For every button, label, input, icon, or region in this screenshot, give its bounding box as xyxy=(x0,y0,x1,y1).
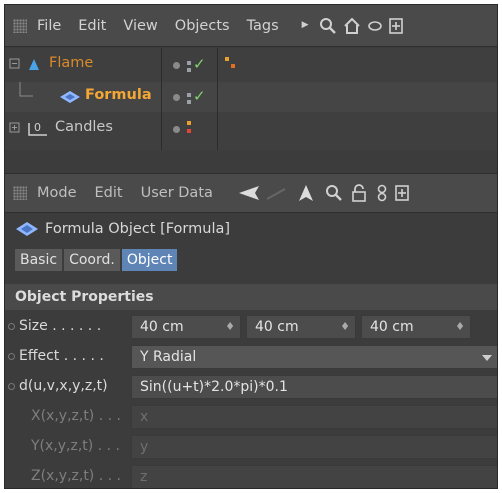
menu-mode[interactable]: Mode xyxy=(37,185,77,201)
menu-edit[interactable]: Edit xyxy=(95,185,123,201)
tree-row-formula[interactable]: Formula xyxy=(5,82,497,112)
object-manager-toolbar: ▶ xyxy=(302,17,403,35)
new-window-icon[interactable] xyxy=(388,17,403,34)
size-row: Size . . . . . . 40 cm ♦ 40 cm ♦ 40 cm ♦ xyxy=(5,313,497,341)
home-icon[interactable] xyxy=(343,17,361,35)
enabled-check-icon[interactable]: ✓ xyxy=(193,89,206,104)
search-icon[interactable] xyxy=(319,17,337,35)
size-y-field[interactable]: 40 cm ♦ xyxy=(246,315,356,339)
object-name-flame[interactable]: Flame xyxy=(49,55,93,71)
z-label: Z(x,y,z,t) . . . xyxy=(31,468,121,484)
null-object-icon xyxy=(29,59,39,70)
tab-coord[interactable]: Coord. xyxy=(64,249,120,271)
section-header[interactable]: Object Properties xyxy=(5,284,497,310)
object-manager-menubar: File Edit View Objects Tags ▶ xyxy=(5,5,497,47)
z-row: Z(x,y,z,t) . . . z xyxy=(5,463,497,488)
back-arrow-icon[interactable] xyxy=(237,185,261,201)
animate-toggle-icon[interactable] xyxy=(8,383,15,390)
menu-user-data[interactable]: User Data xyxy=(141,185,213,201)
render-dot-bottom[interactable] xyxy=(187,68,191,72)
stepper-icon[interactable]: ♦ xyxy=(340,316,350,338)
cinema4d-panel: File Edit View Objects Tags ▶ Flame Form… xyxy=(4,4,498,489)
tree-branch-line xyxy=(19,82,33,97)
attribute-manager-menubar: Mode Edit User Data xyxy=(5,173,497,213)
editor-visibility-dot[interactable] xyxy=(173,62,180,69)
render-dot-top[interactable] xyxy=(187,61,191,65)
formula-object-icon xyxy=(16,222,38,236)
attribute-toolbar xyxy=(237,184,409,202)
expand-icon[interactable] xyxy=(9,114,21,144)
effect-label: Effect . . . . . xyxy=(19,348,104,364)
chevron-down-icon[interactable] xyxy=(482,355,492,361)
render-dot-bottom[interactable] xyxy=(187,129,191,133)
render-dot-bottom[interactable] xyxy=(187,100,191,104)
tab-basic[interactable]: Basic xyxy=(15,249,63,271)
z-formula-field[interactable]: z xyxy=(131,465,497,488)
enabled-check-icon[interactable]: ✓ xyxy=(193,57,206,72)
object-tree: Flame Formula 0 Candles xyxy=(5,48,497,150)
collapse-icon[interactable] xyxy=(9,50,21,80)
render-dot-top[interactable] xyxy=(187,93,191,97)
size-label: Size . . . . . . xyxy=(19,318,102,334)
menu-edit[interactable]: Edit xyxy=(78,18,106,34)
menu-objects[interactable]: Objects xyxy=(175,18,230,34)
object-title-text: Formula Object [Formula] xyxy=(45,221,231,237)
search-icon[interactable] xyxy=(325,184,343,202)
filter-icon[interactable] xyxy=(367,19,383,33)
menu-view[interactable]: View xyxy=(123,18,157,34)
x-label: X(x,y,z,t) . . . xyxy=(31,408,121,424)
stepper-icon[interactable]: ♦ xyxy=(225,316,235,338)
tree-row-flame[interactable]: Flame xyxy=(5,50,497,80)
array-object-icon: 0 xyxy=(28,121,47,136)
up-arrow-icon[interactable] xyxy=(297,184,315,202)
svg-text:0: 0 xyxy=(34,121,41,134)
animate-toggle-icon[interactable] xyxy=(8,323,15,330)
formula-object-icon xyxy=(60,91,80,103)
size-x-field[interactable]: 40 cm ♦ xyxy=(131,315,241,339)
panel-grip-icon[interactable] xyxy=(13,18,27,33)
render-dot-top[interactable] xyxy=(187,121,191,125)
stepper-icon[interactable]: ♦ xyxy=(455,316,465,338)
forward-arrow-icon[interactable] xyxy=(266,185,287,201)
menu-file[interactable]: File xyxy=(37,18,61,34)
editor-visibility-dot[interactable] xyxy=(173,94,180,101)
d-label: d(u,v,x,y,z,t) xyxy=(19,378,108,394)
object-name-formula[interactable]: Formula xyxy=(85,87,152,103)
expand-triangle-icon[interactable]: ▶ xyxy=(302,21,309,30)
tag-icon[interactable] xyxy=(231,64,235,68)
x-formula-field[interactable]: x xyxy=(131,405,497,429)
y-formula-field[interactable]: y xyxy=(131,435,497,459)
object-title: Formula Object [Formula] xyxy=(5,214,497,244)
effect-row: Effect . . . . . Y Radial xyxy=(5,343,497,371)
editor-visibility-dot[interactable] xyxy=(173,126,180,133)
y-label: Y(x,y,z,t) . . . xyxy=(31,438,120,454)
d-formula-field[interactable]: Sin((u+t)*2.0*pi)*0.1 xyxy=(131,375,497,399)
y-row: Y(x,y,z,t) . . . y xyxy=(5,433,497,461)
link-icon[interactable] xyxy=(375,184,389,202)
attribute-tabs: Basic Coord. Object xyxy=(15,249,179,271)
object-name-candles[interactable]: Candles xyxy=(55,119,113,135)
size-z-field[interactable]: 40 cm ♦ xyxy=(361,315,471,339)
effect-dropdown[interactable]: Y Radial xyxy=(131,345,497,369)
column-divider xyxy=(217,48,218,150)
column-divider xyxy=(161,48,162,150)
d-row: d(u,v,x,y,z,t) Sin((u+t)*2.0*pi)*0.1 xyxy=(5,373,497,401)
x-row: X(x,y,z,t) . . . x xyxy=(5,403,497,431)
panel-grip-icon[interactable] xyxy=(13,186,27,200)
new-window-icon[interactable] xyxy=(395,185,409,201)
animate-toggle-icon[interactable] xyxy=(8,353,15,360)
menu-tags[interactable]: Tags xyxy=(247,18,279,34)
lock-icon[interactable] xyxy=(351,184,367,202)
tab-object[interactable]: Object xyxy=(121,249,178,271)
tag-icon[interactable] xyxy=(225,57,229,61)
tree-row-candles[interactable]: 0 Candles xyxy=(5,114,497,144)
